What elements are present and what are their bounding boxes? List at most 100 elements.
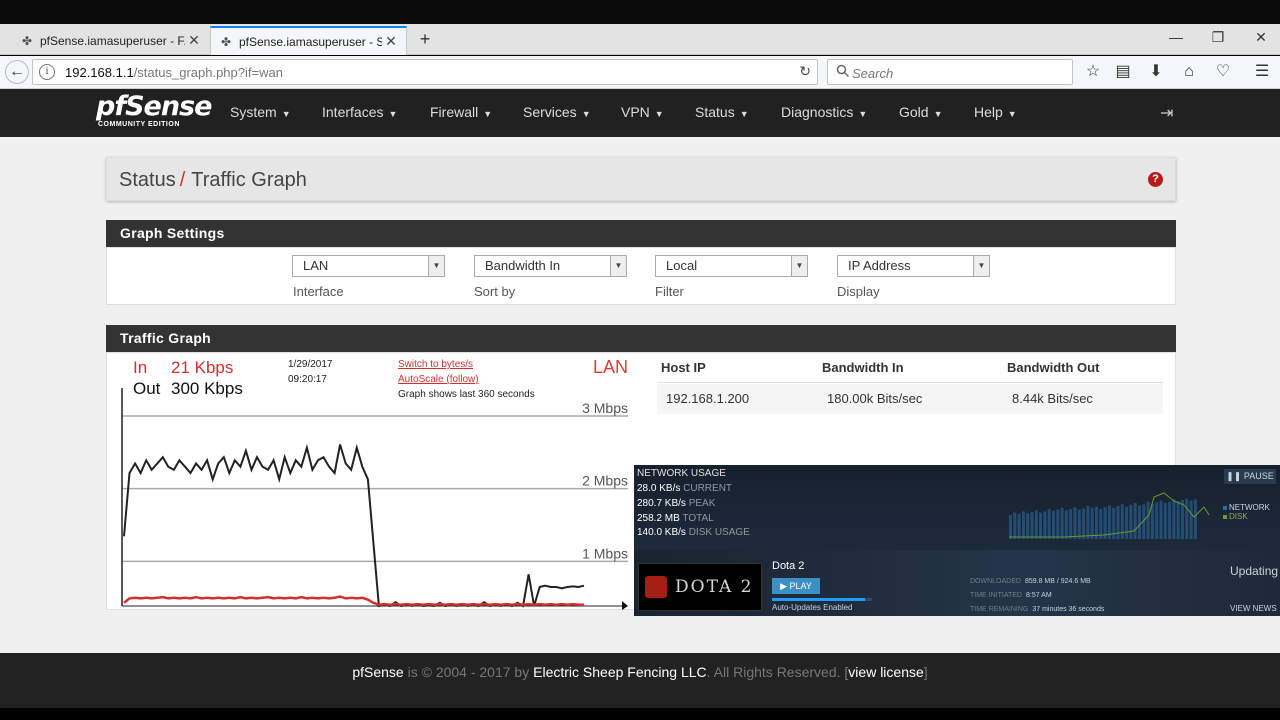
graph-settings-panel: LAN ▼ Interface Bandwidth In ▼ Sort by Loc… (106, 247, 1176, 305)
network-bar (1138, 505, 1141, 539)
sort-by-label: Sort by (474, 284, 516, 299)
breadcrumb-page: Traffic Graph (191, 169, 307, 191)
menu-status[interactable]: Status ▼ (695, 104, 749, 120)
pfsense-navbar: pfSense COMMUNITY EDITION System ▼ Interf… (0, 89, 1280, 137)
network-bar (1017, 513, 1021, 539)
new-tab-icon[interactable]: + (414, 29, 436, 50)
url-text: 192.168.1.1/status_graph.php?if=wan (65, 65, 283, 80)
home-icon[interactable]: ⌂ (1176, 60, 1202, 84)
autoscale-link[interactable]: AutoScale (follow) (398, 374, 479, 385)
out-label: Out (133, 379, 161, 398)
menu-system[interactable]: System ▼ (230, 104, 291, 120)
network-bar (1047, 509, 1051, 539)
restore-icon[interactable]: ❐ (1203, 29, 1233, 46)
series-line-out (123, 443, 585, 608)
logo-text: pfSense (96, 91, 212, 122)
network-bar (1077, 509, 1081, 539)
search-input[interactable]: Search (827, 59, 1073, 85)
game-title[interactable]: Dota 2 (772, 560, 804, 572)
network-bar (1155, 502, 1159, 539)
legend-network: NETWORK (1223, 503, 1270, 512)
caret-down-icon: ▼ (858, 109, 868, 119)
download-icon[interactable]: ⬇ (1143, 60, 1169, 84)
menu-firewall[interactable]: Firewall ▼ (430, 104, 492, 120)
menu-interfaces[interactable]: Interfaces ▼ (322, 104, 397, 120)
dota-2-logo[interactable]: DOTA 2 (638, 563, 762, 611)
menu-services[interactable]: Services ▼ (523, 104, 591, 120)
graph-series (123, 443, 585, 608)
time-initiated-info: TIME INITIATED 8:57 AM (970, 592, 1052, 599)
series-line-in (123, 595, 584, 606)
network-bar (1073, 507, 1077, 539)
help-icon[interactable]: ? (1148, 172, 1163, 187)
caret-down-icon: ▼ (1007, 109, 1017, 119)
interface-name: LAN (593, 357, 628, 377)
footer-company-link[interactable]: Electric Sheep Fencing LLC (533, 664, 707, 680)
col-bandwidth-out: Bandwidth Out (1007, 360, 1100, 375)
pocket-icon[interactable]: ♡ (1210, 60, 1236, 84)
play-button[interactable]: ▶ PLAY (772, 578, 820, 594)
browser-tab-1[interactable]: ✤ pfSense.iamasuperuser - F... ✕ (12, 26, 209, 55)
y-tick-label: 1 Mbps (582, 545, 628, 561)
navigation-toolbar: ← i 192.168.1.1/status_graph.php?if=wan … (0, 56, 1280, 89)
menu-vpn[interactable]: VPN ▼ (621, 104, 664, 120)
reading-list-icon[interactable]: ▤ (1110, 60, 1136, 84)
window-close-icon[interactable]: ✕ (1246, 29, 1276, 46)
menu-help[interactable]: Help ▼ (974, 104, 1017, 120)
close-icon[interactable]: ✕ (185, 32, 203, 49)
update-status: Updating (1230, 564, 1279, 578)
filter-select[interactable]: Local ▼ (655, 255, 808, 277)
window-note: Graph shows last 360 seconds (398, 389, 535, 400)
network-bar (1185, 498, 1189, 539)
minimize-icon[interactable]: — (1161, 29, 1191, 45)
url-bar[interactable]: i 192.168.1.1/status_graph.php?if=wan ↻ (32, 59, 818, 85)
network-bar (1069, 509, 1073, 539)
back-icon[interactable]: ← (5, 60, 29, 84)
sort-by-select[interactable]: Bandwidth In ▼ (474, 255, 627, 277)
auto-updates-text: Auto-Updates Enabled (772, 603, 853, 612)
reload-icon[interactable]: ↻ (799, 63, 811, 80)
info-icon[interactable]: i (39, 64, 55, 80)
browser-tab-2[interactable]: ✤ pfSense.iamasuperuser - S... ✕ (210, 26, 407, 55)
network-bar (1034, 510, 1038, 539)
switch-bytes-link[interactable]: Switch to bytes/s (398, 359, 473, 370)
network-bar (1133, 503, 1137, 539)
caret-down-icon: ▼ (581, 109, 591, 119)
network-bar (1099, 509, 1103, 539)
legend-disk: DISK (1223, 512, 1270, 521)
close-icon[interactable]: ✕ (382, 33, 400, 50)
pfsense-favicon-icon: ✤ (21, 33, 33, 48)
cell-bandwidth-out: 8.44k Bits/sec (1012, 391, 1093, 406)
interface-label: Interface (293, 284, 344, 299)
traffic-graph-heading: Traffic Graph (106, 325, 1176, 352)
caret-down-icon: ▼ (281, 109, 291, 119)
network-bar (1052, 510, 1055, 539)
interface-select[interactable]: LAN ▼ (292, 255, 445, 277)
network-bar (1163, 503, 1167, 539)
network-bar (1043, 511, 1047, 539)
col-host-ip: Host IP (661, 360, 706, 375)
download-progress-fill (772, 598, 865, 601)
logout-icon[interactable]: ⇥ (1160, 103, 1173, 123)
page-title: Status / Traffic Graph (119, 169, 307, 191)
chevron-down-icon: ▼ (428, 256, 444, 276)
chevron-down-icon: ▼ (973, 256, 989, 276)
dota-logo-text: DOTA 2 (675, 577, 754, 597)
menu-gold[interactable]: Gold ▼ (899, 104, 943, 120)
menu-icon[interactable]: ☰ (1249, 60, 1275, 84)
search-icon (836, 64, 850, 78)
caret-down-icon: ▼ (388, 109, 398, 119)
view-news-link[interactable]: VIEW NEWS (1230, 604, 1277, 613)
network-bar (1030, 512, 1034, 539)
network-bar (1168, 501, 1172, 539)
display-select[interactable]: IP Address ▼ (837, 255, 990, 277)
network-bar (1125, 506, 1129, 539)
network-bar (1150, 503, 1154, 539)
in-value: 21 Kbps (171, 358, 233, 377)
breadcrumb-section[interactable]: Status (119, 169, 176, 191)
network-bar (1120, 504, 1124, 539)
bookmark-star-icon[interactable]: ☆ (1080, 60, 1106, 84)
pfsense-logo[interactable]: pfSense COMMUNITY EDITION (96, 91, 212, 133)
view-license-link[interactable]: view license (848, 664, 923, 680)
menu-diagnostics[interactable]: Diagnostics ▼ (781, 104, 867, 120)
